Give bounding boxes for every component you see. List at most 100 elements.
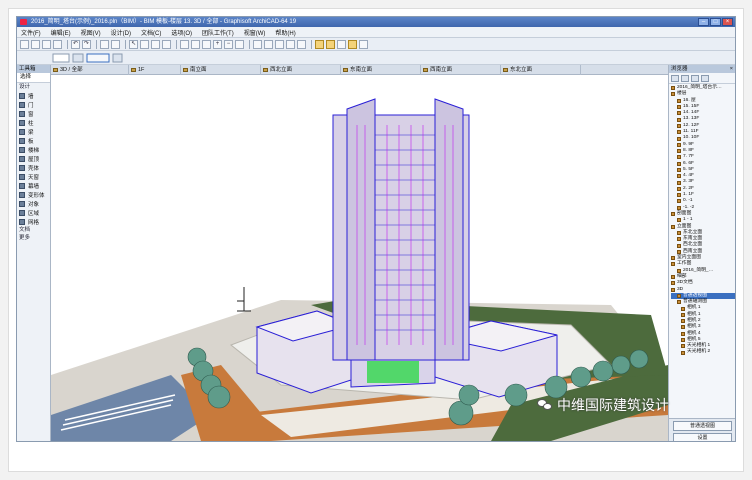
menu-help[interactable]: 帮助(H) [275,28,295,37]
origin-marker-icon [237,287,251,312]
window-tool[interactable]: 窗 [17,109,50,118]
new-file-icon[interactable] [20,39,29,49]
mesh-icon [19,218,25,225]
inject-icon[interactable] [111,39,120,49]
document-section-label[interactable]: 文档 [17,226,50,234]
skylight-tool[interactable]: 天窗 [17,172,50,181]
menu-window[interactable]: 视窗(W) [244,28,266,37]
minimize-button[interactable]: – [698,18,709,26]
zone-tool[interactable]: 区域 [17,208,50,217]
close-button[interactable]: × [722,18,733,26]
guide-line-icon[interactable] [151,39,160,49]
zoom-in-icon[interactable]: + [213,39,222,49]
fit-window-icon[interactable] [235,39,244,49]
toolbox-header: 工具箱 [17,65,50,73]
rectangle-select-icon[interactable] [72,53,84,63]
tab-northwest-elevation[interactable]: 西北立面 [261,65,341,75]
orbit-icon[interactable] [337,39,346,49]
snap-icon[interactable] [162,39,171,49]
tab-southwest-elevation[interactable]: 西南立面 [421,65,501,75]
menu-design[interactable]: 设计(D) [111,28,131,37]
explore-icon[interactable] [348,39,357,49]
3d-viewport[interactable] [51,75,668,441]
elevation-icon [263,68,268,72]
pen-icon[interactable] [275,39,284,49]
elevation-icon [343,68,348,72]
stair-icon [19,146,25,153]
zoom-out-icon[interactable]: − [224,39,233,49]
selection-method-icon[interactable] [52,53,70,63]
tab-3d-view[interactable]: 3D / 全部 [51,65,129,75]
menu-file[interactable]: 文件(F) [21,28,41,37]
pick-up-icon[interactable] [100,39,109,49]
marquee-icon[interactable] [140,39,149,49]
undo-icon[interactable]: ↶ [71,39,80,49]
toolbar-divider [311,39,312,49]
project-map-icon[interactable] [671,74,679,82]
roof-tool[interactable]: 屋顶 [17,154,50,163]
section-icon[interactable] [253,39,262,49]
redo-icon[interactable]: ↷ [82,39,91,49]
toolbox-panel: 工具箱 选择 设计 墙 门 窗 柱 梁 板 楼梯 屋顶 壳体 天窗 幕墙 变形体… [17,65,51,441]
floorplan-icon [131,68,136,72]
3d-view-icon[interactable] [315,39,324,49]
tab-floor-plan[interactable]: 1F [129,65,181,75]
cursor-icon[interactable]: ↖ [129,39,138,49]
menu-edit[interactable]: 编辑(E) [51,28,71,37]
tab-northeast-elevation[interactable]: 东北立面 [501,65,581,75]
curtain-wall-tool[interactable]: 幕墙 [17,181,50,190]
mesh-tool[interactable]: 网格 [17,217,50,226]
wall-icon [19,92,25,99]
open-file-icon[interactable] [31,39,40,49]
slab-icon [19,137,25,144]
morph-tool[interactable]: 变形体 [17,190,50,199]
geometry-method-icon[interactable] [86,53,110,63]
more-section-label[interactable]: 更多 [17,234,50,242]
column-tool[interactable]: 柱 [17,118,50,127]
grid-icon[interactable] [180,39,189,49]
standard-toolbar: ↶ ↷ ↖ + − [17,38,735,51]
settings-button[interactable]: 设置 [673,433,732,441]
view-map-icon[interactable] [681,74,689,82]
dimension-icon[interactable] [297,39,306,49]
tree-node[interactable]: 天光相机 2 [671,349,735,355]
wall-tool[interactable]: 墙 [17,91,50,100]
beam-tool[interactable]: 梁 [17,127,50,136]
elevation-icon [503,68,508,72]
publisher-icon[interactable] [701,74,709,82]
arrow-select-icon[interactable] [112,53,123,63]
door-icon [19,101,25,108]
tab-south-elevation[interactable]: 南立面 [181,65,261,75]
tower-wing-right [434,98,464,361]
elevation-icon[interactable] [264,39,273,49]
shell-tool[interactable]: 壳体 [17,163,50,172]
layout-book-icon[interactable] [691,74,699,82]
project-tree: 2016_简明_塔台示… 楼层 16. 屋 15. 15F 14. 14F 13… [669,84,735,356]
arrow-tool[interactable]: 选择 [17,73,50,83]
menu-view[interactable]: 视图(V) [81,28,101,37]
navigator-panel: 浏览器 × 2016_简明_塔台示… 楼层 16. 屋 15. 15F 14. 1… [668,65,735,441]
print-icon[interactable] [53,39,62,49]
close-icon[interactable]: × [730,65,733,73]
tab-southeast-elevation[interactable]: 东南立面 [341,65,421,75]
help-icon[interactable] [359,39,368,49]
design-section-label[interactable]: 设计 [17,83,50,91]
door-tool[interactable]: 门 [17,100,50,109]
slab-tool[interactable]: 板 [17,136,50,145]
toolbar-divider [249,39,250,49]
3d-model-render [51,98,668,441]
layers-icon[interactable] [202,39,211,49]
view-name-field[interactable]: 普通透视图 [673,421,732,431]
roof-icon [19,155,25,162]
measure-icon[interactable] [286,39,295,49]
shell-icon [19,164,25,171]
menu-teamwork[interactable]: 团队工作(T) [202,28,234,37]
trim-icon[interactable] [191,39,200,49]
save-icon[interactable] [42,39,51,49]
render-icon[interactable] [326,39,335,49]
stair-tool[interactable]: 楼梯 [17,145,50,154]
menu-options[interactable]: 选项(O) [171,28,192,37]
object-tool[interactable]: 对象 [17,199,50,208]
menu-document[interactable]: 文档(C) [141,28,161,37]
maximize-button[interactable]: □ [710,18,721,26]
